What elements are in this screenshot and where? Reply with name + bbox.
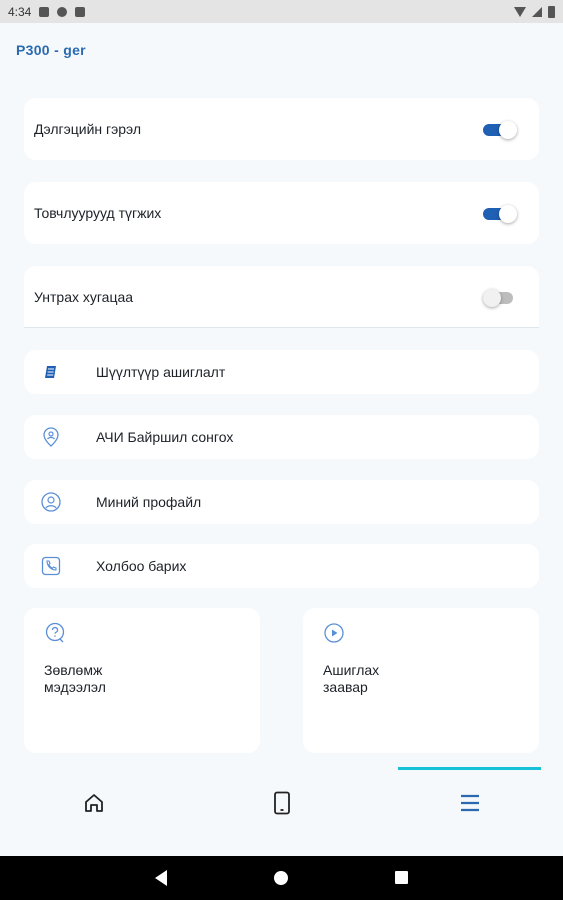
active-tab-indicator [398, 767, 541, 770]
recent-apps-icon[interactable] [395, 871, 408, 884]
menu-label: Шүүлтүүр ашиглалт [96, 364, 226, 380]
phone-icon [40, 555, 62, 577]
toggle-row-lock-buttons: Товчлуурууд түгжих [24, 182, 539, 244]
tile-usage-guide[interactable]: Ашиглах заавар [303, 608, 539, 753]
menu-label: АЧИ Байршил сонгох [96, 429, 234, 445]
status-bar: 4:34 [0, 0, 563, 23]
tile-tips-info[interactable]: Зөвлөмж мэдээлэл [24, 608, 260, 753]
lock-buttons-switch[interactable] [483, 205, 517, 223]
location-pin-icon [40, 426, 62, 448]
back-icon[interactable] [155, 870, 167, 886]
menu-icon[interactable] [455, 789, 485, 817]
play-circle-icon [323, 622, 345, 644]
notification-icon [39, 6, 50, 17]
bottom-nav [0, 765, 563, 856]
help-chat-icon [44, 622, 66, 644]
filter-doc-icon [40, 361, 62, 383]
menu-item-filter-usage[interactable]: Шүүлтүүр ашиглалт [24, 350, 539, 394]
menu-label: Холбоо барих [96, 558, 187, 574]
device-icon[interactable] [267, 789, 297, 817]
profile-icon [40, 491, 62, 513]
menu-item-location[interactable]: АЧИ Байршил сонгох [24, 415, 539, 459]
toggle-label: Товчлуурууд түгжих [34, 205, 162, 221]
toggle-row-sleep-time: Унтрах хугацаа [24, 266, 539, 328]
toggle-label: Дэлгэцийн гэрэл [34, 121, 142, 137]
home-icon[interactable] [79, 789, 109, 817]
menu-item-profile[interactable]: Миний профайл [24, 480, 539, 524]
wifi-icon [514, 6, 526, 17]
status-time: 4:34 [8, 4, 32, 19]
screen-light-switch[interactable] [483, 121, 517, 139]
signal-icon [532, 6, 542, 17]
tile-label: Ашиглах заавар [323, 662, 380, 695]
menu-label: Миний профайл [96, 494, 202, 510]
toggle-row-screen-light: Дэлгэцийн гэрэл [24, 98, 539, 160]
home-circle-icon[interactable] [274, 871, 288, 885]
tile-label: Зөвлөмж мэдээлэл [44, 662, 106, 695]
sd-card-icon [75, 6, 86, 17]
sleep-time-switch[interactable] [483, 288, 517, 307]
system-nav-bar [0, 856, 563, 900]
sync-icon [57, 6, 68, 17]
app-title: P300 - ger [16, 42, 86, 58]
toggle-label: Унтрах хугацаа [34, 288, 134, 305]
battery-icon [548, 5, 555, 18]
menu-item-contact[interactable]: Холбоо барих [24, 544, 539, 588]
